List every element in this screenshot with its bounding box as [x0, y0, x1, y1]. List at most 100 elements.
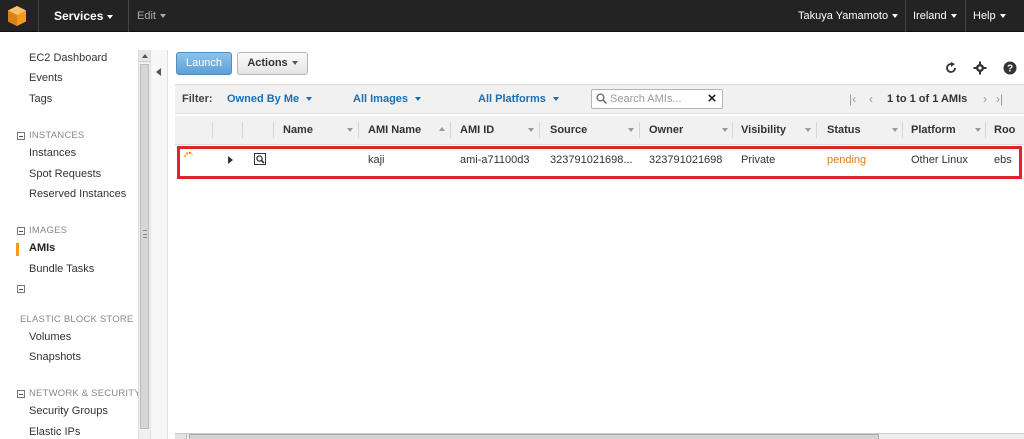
gear-icon[interactable]	[973, 61, 987, 75]
column-divider	[450, 122, 451, 138]
sidebar-item-security-groups[interactable]: Security Groups	[29, 405, 108, 417]
sidebar-item-snapshots[interactable]: Snapshots	[29, 351, 81, 363]
owned-by-dropdown[interactable]: Owned By Me	[227, 85, 313, 114]
pagination-status: 1 to 1 of 1 AMIs	[887, 93, 968, 105]
sidebar-item-reserved-instances[interactable]: Reserved Instances	[29, 188, 126, 200]
sort-caret-icon[interactable]	[892, 128, 898, 132]
filter-label: Filter:	[182, 93, 213, 105]
collapse-images-icon[interactable]	[17, 227, 25, 235]
column-divider	[985, 122, 986, 138]
first-page-icon[interactable]: |‹	[849, 85, 856, 114]
actions-button[interactable]: Actions	[237, 52, 308, 75]
column-divider	[539, 122, 540, 138]
scroll-up-icon[interactable]	[139, 50, 150, 62]
sidebar-item-instances[interactable]: Instances	[29, 147, 76, 159]
sidebar-section-instances: INSTANCES	[29, 130, 85, 141]
sort-caret-icon[interactable]	[975, 128, 981, 132]
platform-dropdown[interactable]: All Platforms	[478, 85, 559, 114]
sidebar-scrollbar[interactable]	[138, 50, 150, 439]
column-divider	[242, 122, 243, 138]
sidebar-section-images: IMAGES	[29, 225, 68, 236]
column-divider	[639, 122, 640, 138]
column-header-root[interactable]: Roo	[994, 116, 1015, 144]
previous-page-icon[interactable]: ‹	[869, 85, 873, 114]
services-menu[interactable]: Services	[54, 0, 114, 32]
last-page-icon[interactable]: ›|	[996, 85, 1003, 114]
help-icon[interactable]: ?	[1003, 61, 1017, 75]
sidebar-section-ebs: ELASTIC BLOCK STORE	[20, 314, 134, 325]
user-menu[interactable]: Takuya Yamamoto	[798, 0, 899, 32]
column-header-source[interactable]: Source	[550, 116, 587, 144]
chevron-down-icon	[306, 97, 313, 102]
horizontal-scroll-thumb[interactable]	[189, 434, 879, 439]
sort-caret-icon[interactable]	[347, 128, 353, 132]
column-divider	[358, 122, 359, 138]
search-icon	[596, 93, 607, 104]
sort-ascending-icon[interactable]	[439, 127, 445, 131]
top-navigation-bar: Services Edit Takuya Yamamoto Ireland He…	[0, 0, 1024, 32]
chevron-down-icon	[892, 14, 899, 19]
sidebar-scroll-thumb[interactable]	[140, 64, 149, 429]
sort-caret-icon[interactable]	[805, 128, 811, 132]
column-header-ami-id[interactable]: AMI ID	[460, 116, 494, 144]
sort-caret-icon[interactable]	[528, 128, 534, 132]
chevron-down-icon	[950, 14, 957, 19]
sidebar-item-spot-requests[interactable]: Spot Requests	[29, 168, 101, 180]
column-divider	[816, 122, 817, 138]
region-menu[interactable]: Ireland	[913, 0, 957, 32]
sidebar-item-events[interactable]: Events	[29, 72, 63, 84]
user-name: Takuya Yamamoto	[798, 10, 889, 22]
column-divider	[902, 122, 903, 138]
column-divider	[732, 122, 733, 138]
sidebar-item-bundle-tasks[interactable]: Bundle Tasks	[29, 263, 94, 275]
chevron-down-icon	[999, 14, 1006, 19]
search-box[interactable]: ×	[591, 89, 723, 109]
chevron-down-icon	[552, 97, 559, 102]
edit-menu[interactable]: Edit	[137, 0, 166, 32]
column-header-visibility[interactable]: Visibility	[741, 116, 786, 144]
services-label: Services	[54, 9, 104, 23]
launch-button[interactable]: Launch	[176, 52, 232, 75]
image-type-dropdown[interactable]: All Images	[353, 85, 422, 114]
chevron-down-icon	[107, 14, 114, 19]
chevron-left-icon[interactable]	[156, 68, 161, 76]
chevron-down-icon	[415, 97, 422, 102]
grip-icon	[143, 230, 147, 238]
image-type-value: All Images	[353, 93, 409, 105]
collapse-instances-icon[interactable]	[17, 132, 25, 140]
refresh-icon[interactable]	[944, 61, 958, 75]
edit-label: Edit	[137, 10, 156, 22]
sidebar-item-amis[interactable]: AMIs	[29, 242, 55, 254]
row-highlight-annotation	[177, 146, 1022, 179]
table-header: Name AMI Name AMI ID Source Owner Visibi…	[175, 116, 1024, 145]
column-header-owner[interactable]: Owner	[649, 116, 683, 144]
sort-caret-icon[interactable]	[722, 128, 728, 132]
collapse-network-icon[interactable]	[17, 390, 25, 398]
next-page-icon[interactable]: ›	[983, 85, 987, 114]
sidebar-item-ec2-dashboard[interactable]: EC2 Dashboard	[29, 52, 107, 64]
topbar-divider	[905, 0, 906, 32]
sidebar-collapse-handle[interactable]	[150, 50, 168, 439]
help-menu[interactable]: Help	[973, 0, 1006, 32]
sidebar: EC2 Dashboard Events Tags INSTANCES Inst…	[0, 32, 150, 439]
table-horizontal-scrollbar[interactable]	[175, 433, 1024, 439]
column-header-status[interactable]: Status	[827, 116, 861, 144]
aws-logo-icon[interactable]	[6, 5, 28, 27]
column-header-ami-name[interactable]: AMI Name	[368, 116, 421, 144]
sidebar-item-volumes[interactable]: Volumes	[29, 331, 71, 343]
svg-text:?: ?	[1007, 64, 1013, 75]
scroll-left-icon[interactable]	[175, 434, 187, 439]
chevron-down-icon	[291, 61, 298, 66]
sidebar-item-elastic-ips[interactable]: Elastic IPs	[29, 426, 80, 438]
sort-caret-icon[interactable]	[628, 128, 634, 132]
column-header-name[interactable]: Name	[283, 116, 313, 144]
column-header-platform[interactable]: Platform	[911, 116, 956, 144]
filter-bar: Filter: Owned By Me All Images All Platf…	[175, 84, 1024, 114]
topbar-divider	[128, 0, 129, 32]
collapse-ebs-icon[interactable]	[17, 285, 25, 293]
column-divider	[212, 122, 213, 138]
close-icon[interactable]: ×	[705, 91, 719, 107]
search-input[interactable]	[610, 92, 702, 106]
sidebar-item-tags[interactable]: Tags	[29, 93, 52, 105]
topbar-divider	[965, 0, 966, 32]
